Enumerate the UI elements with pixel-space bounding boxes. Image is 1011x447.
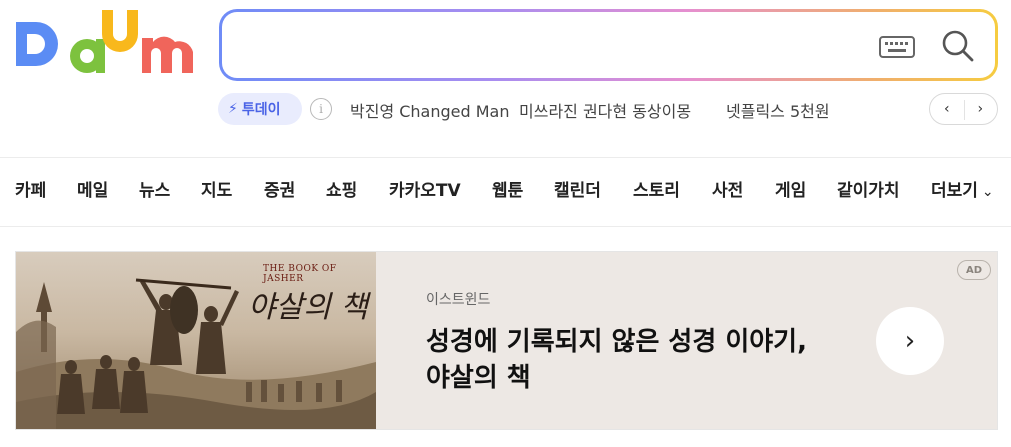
menu-item-cafe[interactable]: 카페 <box>15 176 46 201</box>
menu-item-map[interactable]: 지도 <box>201 176 232 201</box>
pager-divider <box>964 100 965 120</box>
menu-item-webtoon[interactable]: 웹툰 <box>492 176 523 201</box>
trend-keyword-3[interactable]: 넷플릭스 5천원 <box>726 98 830 122</box>
daum-logo[interactable] <box>14 8 194 80</box>
chevron-down-icon: ⌄ <box>981 184 994 200</box>
divider <box>0 226 1011 227</box>
search-icon[interactable] <box>941 29 975 63</box>
service-menu: 카페 메일 뉴스 지도 증권 쇼핑 카카오TV 웹툰 캘린더 스토리 사전 게임… <box>0 176 1011 206</box>
search-box <box>219 9 998 81</box>
menu-item-mail[interactable]: 메일 <box>77 176 108 201</box>
today-button[interactable]: ⚡ 투데이 <box>218 93 302 125</box>
menu-item-kakaotv[interactable]: 카카오TV <box>389 176 461 201</box>
menu-item-news[interactable]: 뉴스 <box>139 176 170 201</box>
ad-image: THE BOOK OF JASHER 야살의 책 <box>16 252 376 429</box>
trend-keyword-1[interactable]: 박진영 Changed Man <box>350 98 510 122</box>
ad-image-script-title: 야살의 책 <box>248 290 368 325</box>
ad-image-book-title: THE BOOK OF JASHER <box>263 264 337 284</box>
ad-banner[interactable]: THE BOOK OF JASHER 야살의 책 이스트윈드 성경에 기록되지 … <box>15 251 998 430</box>
menu-item-more[interactable]: 더보기 ⌄ <box>931 176 994 201</box>
search-box-inner <box>222 12 995 78</box>
ad-headline[interactable]: 성경에 기록되지 않은 성경 이야기, 야살의 책 <box>426 324 866 396</box>
lightning-icon: ⚡ <box>228 101 238 117</box>
divider <box>0 157 1011 158</box>
ad-headline-line-2: 야살의 책 <box>426 363 531 393</box>
today-label: 투데이 <box>241 102 281 118</box>
info-icon[interactable]: i <box>310 98 332 120</box>
ad-sponsor: 이스트윈드 <box>426 292 491 308</box>
trend-next-button[interactable]: › <box>964 94 998 124</box>
ad-badge[interactable]: AD <box>957 260 991 280</box>
menu-item-game[interactable]: 게임 <box>775 176 806 201</box>
menu-item-shopping[interactable]: 쇼핑 <box>326 176 357 201</box>
chevron-right-icon[interactable]: › <box>876 307 944 375</box>
trend-prev-button[interactable]: ‹ <box>930 94 964 124</box>
menu-item-stock[interactable]: 증권 <box>264 176 295 201</box>
today-row: ⚡ 투데이 i 박진영 Changed Man 미쓰라진 권다현 동상이몽 넷플… <box>218 93 998 125</box>
menu-item-together[interactable]: 같이가치 <box>837 176 900 201</box>
menu-item-calendar[interactable]: 캘린더 <box>554 176 601 201</box>
trend-keyword-2[interactable]: 미쓰라진 권다현 동상이몽 <box>519 98 691 122</box>
search-input[interactable] <box>238 22 868 68</box>
keyboard-icon[interactable] <box>879 36 915 58</box>
menu-item-story[interactable]: 스토리 <box>633 176 680 201</box>
more-label: 더보기 <box>931 181 978 201</box>
trend-pager: ‹ › <box>929 93 998 125</box>
menu-item-dictionary[interactable]: 사전 <box>712 176 743 201</box>
ad-headline-line-1: 성경에 기록되지 않은 성경 이야기, <box>426 327 807 357</box>
